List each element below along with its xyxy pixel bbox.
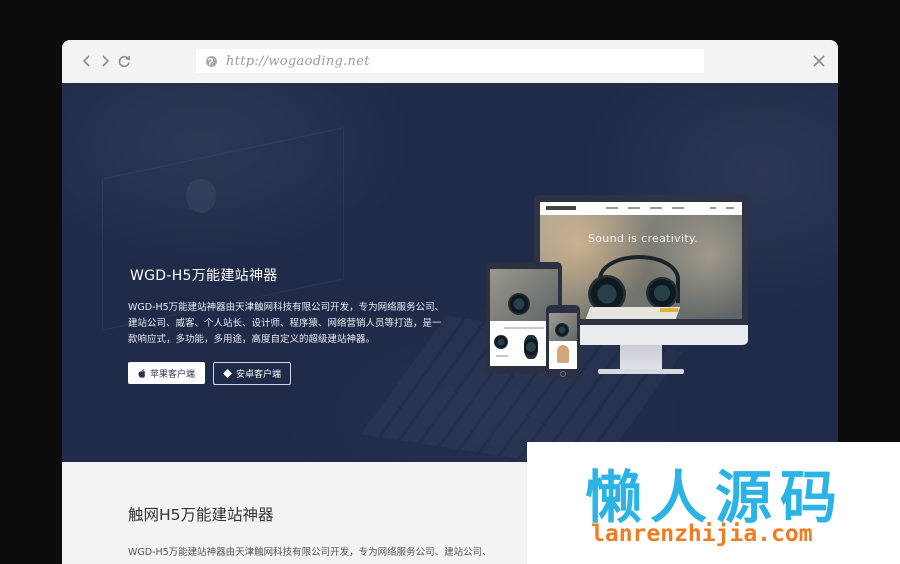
globe-icon xyxy=(204,54,218,68)
close-icon[interactable] xyxy=(810,52,828,70)
apple-client-label: 苹果客户端 xyxy=(149,369,195,380)
back-icon[interactable] xyxy=(78,52,96,70)
tablet-text-line xyxy=(504,327,544,329)
hero-description: WGD-H5万能建站神器由天津触网科技有限公司开发，专为网络服务公司、建站公司、… xyxy=(128,302,445,345)
browser-toolbar: http://wogaoding.net xyxy=(62,40,838,84)
mockup-nav-link xyxy=(628,207,640,209)
screenshot-stage: http://wogaoding.net WGD-H5万能建站神器 WGD-H5… xyxy=(0,0,900,564)
tablet-text-line xyxy=(496,355,508,357)
phone-headphone xyxy=(555,323,569,337)
mockup-logo xyxy=(546,206,576,210)
mockup-nav-link xyxy=(672,207,684,209)
headphone-cup-right xyxy=(646,277,678,309)
reload-icon[interactable] xyxy=(115,52,133,70)
hero-banner: WGD-H5万能建站神器 WGD-H5万能建站神器由天津触网科技有限公司开发，专… xyxy=(62,83,838,462)
address-bar[interactable]: http://wogaoding.net xyxy=(196,49,704,73)
mockup-nav-link xyxy=(606,207,618,209)
background-apple-logo xyxy=(186,179,216,213)
mockup-nav-link xyxy=(710,207,716,209)
android-icon xyxy=(222,369,232,378)
apple-client-button[interactable]: 苹果客户端 xyxy=(128,362,205,384)
android-client-label: 安卓客户端 xyxy=(235,370,281,380)
tablet-product xyxy=(494,335,508,349)
phone-mockup xyxy=(546,305,580,379)
tablet-headphone xyxy=(508,293,530,315)
mockup-site-nav xyxy=(540,202,742,215)
phone-screen xyxy=(549,313,577,369)
imac-base xyxy=(598,369,684,374)
mockup-tagline: Sound is creativity. xyxy=(588,232,698,245)
imac-screen: Sound is creativity. xyxy=(540,202,742,319)
forward-icon[interactable] xyxy=(96,52,114,70)
mockup-nav-link xyxy=(650,207,662,209)
mockup-cta xyxy=(660,308,678,312)
phone-person-image xyxy=(557,345,569,363)
hero-title: WGD-H5万能建站神器 xyxy=(130,268,278,284)
tablet-product xyxy=(524,335,538,359)
mockup-site-hero: Sound is creativity. xyxy=(540,215,742,319)
watermark-url: lanrenzhijia.com xyxy=(591,521,813,547)
phone-hero-image xyxy=(549,313,577,341)
android-client-button[interactable]: 安卓客户端 xyxy=(213,362,291,385)
watermark: 懒人源码 lanrenzhijia.com xyxy=(527,442,900,564)
section-description: WGD-H5万能建站神器由天津触网科技有限公司开发，专为网络服务公司、建站公司、 xyxy=(128,547,492,558)
phone-home-button xyxy=(560,371,566,377)
section-title: 触网H5万能建站神器 xyxy=(128,506,274,524)
imac-stand xyxy=(620,345,662,371)
address-url[interactable]: http://wogaoding.net xyxy=(226,54,370,69)
mockup-nav-link xyxy=(726,207,734,209)
apple-icon xyxy=(138,368,146,378)
